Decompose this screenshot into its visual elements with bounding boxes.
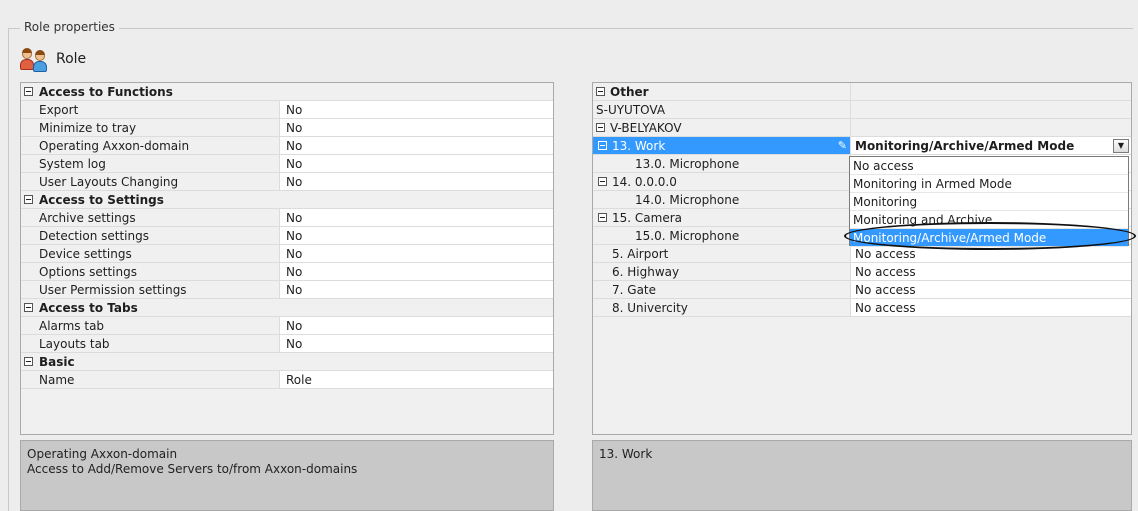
objects-grid[interactable]: Other S-UYUTOVA V-BELYAKOV 13. Work ✎ Mon… — [592, 82, 1132, 435]
collapse-icon[interactable] — [24, 87, 33, 96]
access-combobox[interactable]: Monitoring/Archive/Armed Mode ▼ — [850, 137, 1131, 154]
dropdown-option[interactable]: Monitoring and Archive — [850, 211, 1128, 229]
collapse-icon[interactable] — [24, 303, 33, 312]
dropdown-option[interactable]: No access — [850, 157, 1128, 175]
tree-row-user[interactable]: S-UYUTOVA — [593, 101, 1131, 119]
collapse-icon[interactable] — [596, 87, 605, 96]
property-row[interactable]: Detection settings No — [21, 227, 553, 245]
collapse-icon[interactable] — [24, 357, 33, 366]
property-row[interactable]: Device settings No — [21, 245, 553, 263]
edit-pencil-icon: ✎ — [837, 139, 847, 152]
category-basic[interactable]: Basic — [21, 353, 553, 371]
category-other[interactable]: Other — [593, 83, 1131, 101]
category-access-to-tabs[interactable]: Access to Tabs — [21, 299, 553, 317]
category-access-to-functions[interactable]: Access to Functions — [21, 83, 553, 101]
dropdown-option[interactable]: Monitoring in Armed Mode — [850, 175, 1128, 193]
property-row[interactable]: Alarms tab No — [21, 317, 553, 335]
permissions-grid[interactable]: Access to Functions Export No Minimize to… — [20, 82, 554, 435]
collapse-icon[interactable] — [596, 123, 605, 132]
tree-row-device[interactable]: 8. Univercity No access — [593, 299, 1131, 317]
tree-row-device[interactable]: 5. Airport No access — [593, 245, 1131, 263]
collapse-icon[interactable] — [598, 213, 607, 222]
property-row[interactable]: Name Role — [21, 371, 553, 389]
property-row[interactable]: Layouts tab No — [21, 335, 553, 353]
tree-row-selected-work[interactable]: 13. Work ✎ Monitoring/Archive/Armed Mode ▼ — [593, 137, 1131, 155]
description-pane-right: 13. Work — [592, 440, 1132, 511]
property-row[interactable]: User Permission settings No — [21, 281, 553, 299]
description-title: Operating Axxon-domain — [27, 447, 178, 461]
property-row[interactable]: Minimize to tray No — [21, 119, 553, 137]
property-row[interactable]: System log No — [21, 155, 553, 173]
tree-row-user[interactable]: V-BELYAKOV — [593, 119, 1131, 137]
dropdown-option[interactable]: Monitoring — [850, 193, 1128, 211]
property-row[interactable]: User Layouts Changing No — [21, 173, 553, 191]
role-label: Role — [56, 51, 87, 67]
category-access-to-settings[interactable]: Access to Settings — [21, 191, 553, 209]
role-header: Role — [20, 47, 87, 72]
property-row[interactable]: Operating Axxon-domain No — [21, 137, 553, 155]
collapse-icon[interactable] — [24, 195, 33, 204]
description-title: 13. Work — [599, 447, 653, 461]
dropdown-arrow-button[interactable]: ▼ — [1113, 138, 1129, 153]
property-row[interactable]: Archive settings No — [21, 209, 553, 227]
collapse-icon[interactable] — [598, 177, 607, 186]
property-row[interactable]: Export No — [21, 101, 553, 119]
description-text: Access to Add/Remove Servers to/from Axx… — [27, 462, 358, 476]
tree-row-device[interactable]: 6. Highway No access — [593, 263, 1131, 281]
group-title: Role properties — [20, 20, 119, 34]
access-dropdown-list[interactable]: No access Monitoring in Armed Mode Monit… — [849, 156, 1129, 247]
description-pane-left: Operating Axxon-domain Access to Add/Rem… — [20, 440, 554, 511]
users-icon — [20, 47, 50, 72]
dropdown-option-selected[interactable]: Monitoring/Archive/Armed Mode — [850, 229, 1128, 247]
collapse-icon[interactable] — [598, 141, 607, 150]
property-row[interactable]: Options settings No — [21, 263, 553, 281]
tree-row-device[interactable]: 7. Gate No access — [593, 281, 1131, 299]
